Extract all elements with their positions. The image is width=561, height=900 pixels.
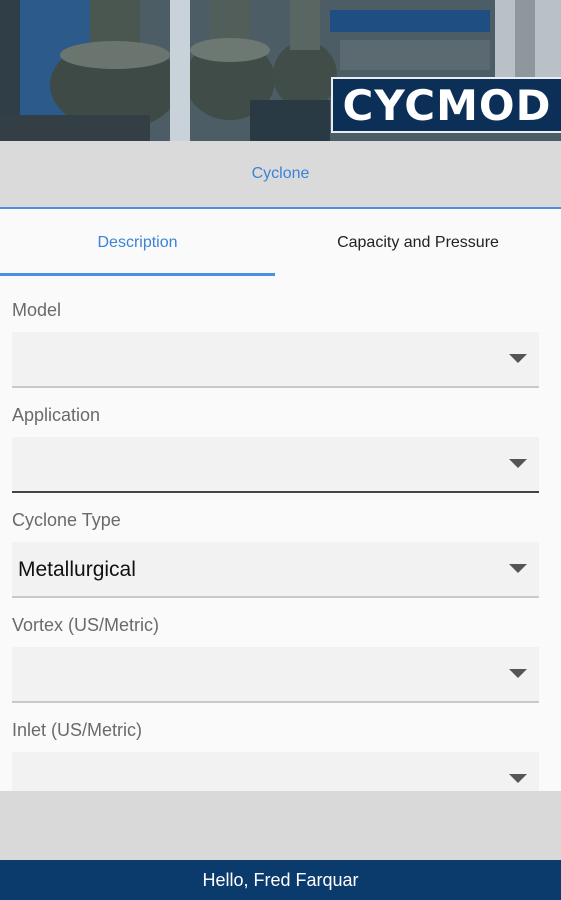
header-banner-image: CYCMOD bbox=[0, 0, 561, 141]
app-title-bar: Cyclone bbox=[0, 141, 561, 209]
model-field: Model bbox=[12, 298, 539, 388]
caret-down-icon bbox=[509, 459, 527, 468]
caret-down-icon bbox=[509, 564, 527, 573]
cyclone-type-select-value: Metallurgical bbox=[18, 558, 136, 581]
cyclone-type-field: Cyclone Type Metallurgical bbox=[12, 508, 539, 598]
description-form: Model Application Cyclone Type Metallurg… bbox=[0, 276, 561, 791]
tab-bar: Description Capacity and Pressure bbox=[0, 209, 561, 276]
caret-down-icon bbox=[509, 354, 527, 363]
vortex-select[interactable] bbox=[12, 647, 539, 703]
user-greeting: Hello, Fred Farquar bbox=[202, 869, 359, 890]
application-label: Application bbox=[12, 405, 101, 425]
inlet-field: Inlet (US/Metric) bbox=[12, 718, 539, 791]
vortex-field: Vortex (US/Metric) bbox=[12, 613, 539, 703]
application-select[interactable] bbox=[12, 437, 539, 493]
tab-description[interactable]: Description bbox=[0, 209, 275, 276]
brand-logo: CYCMOD bbox=[331, 77, 561, 133]
cyclone-type-select[interactable]: Metallurgical bbox=[12, 542, 539, 598]
bottom-action-area bbox=[0, 791, 561, 860]
inlet-label: Inlet (US/Metric) bbox=[12, 720, 143, 740]
vortex-label: Vortex (US/Metric) bbox=[12, 615, 160, 635]
inlet-select[interactable] bbox=[12, 752, 539, 791]
model-select[interactable] bbox=[12, 332, 539, 388]
page-title: Cyclone bbox=[251, 165, 310, 182]
brand-logo-text: CYCMOD bbox=[342, 80, 552, 130]
tab-description-label: Description bbox=[97, 233, 178, 251]
tab-capacity-and-pressure-label: Capacity and Pressure bbox=[337, 233, 499, 251]
caret-down-icon bbox=[509, 669, 527, 678]
cyclone-type-label: Cyclone Type bbox=[12, 510, 121, 530]
footer-bar: Hello, Fred Farquar bbox=[0, 860, 561, 900]
caret-down-icon bbox=[509, 774, 527, 783]
model-label: Model bbox=[12, 300, 62, 320]
application-field: Application bbox=[12, 403, 539, 493]
tab-capacity-and-pressure[interactable]: Capacity and Pressure bbox=[275, 209, 561, 276]
